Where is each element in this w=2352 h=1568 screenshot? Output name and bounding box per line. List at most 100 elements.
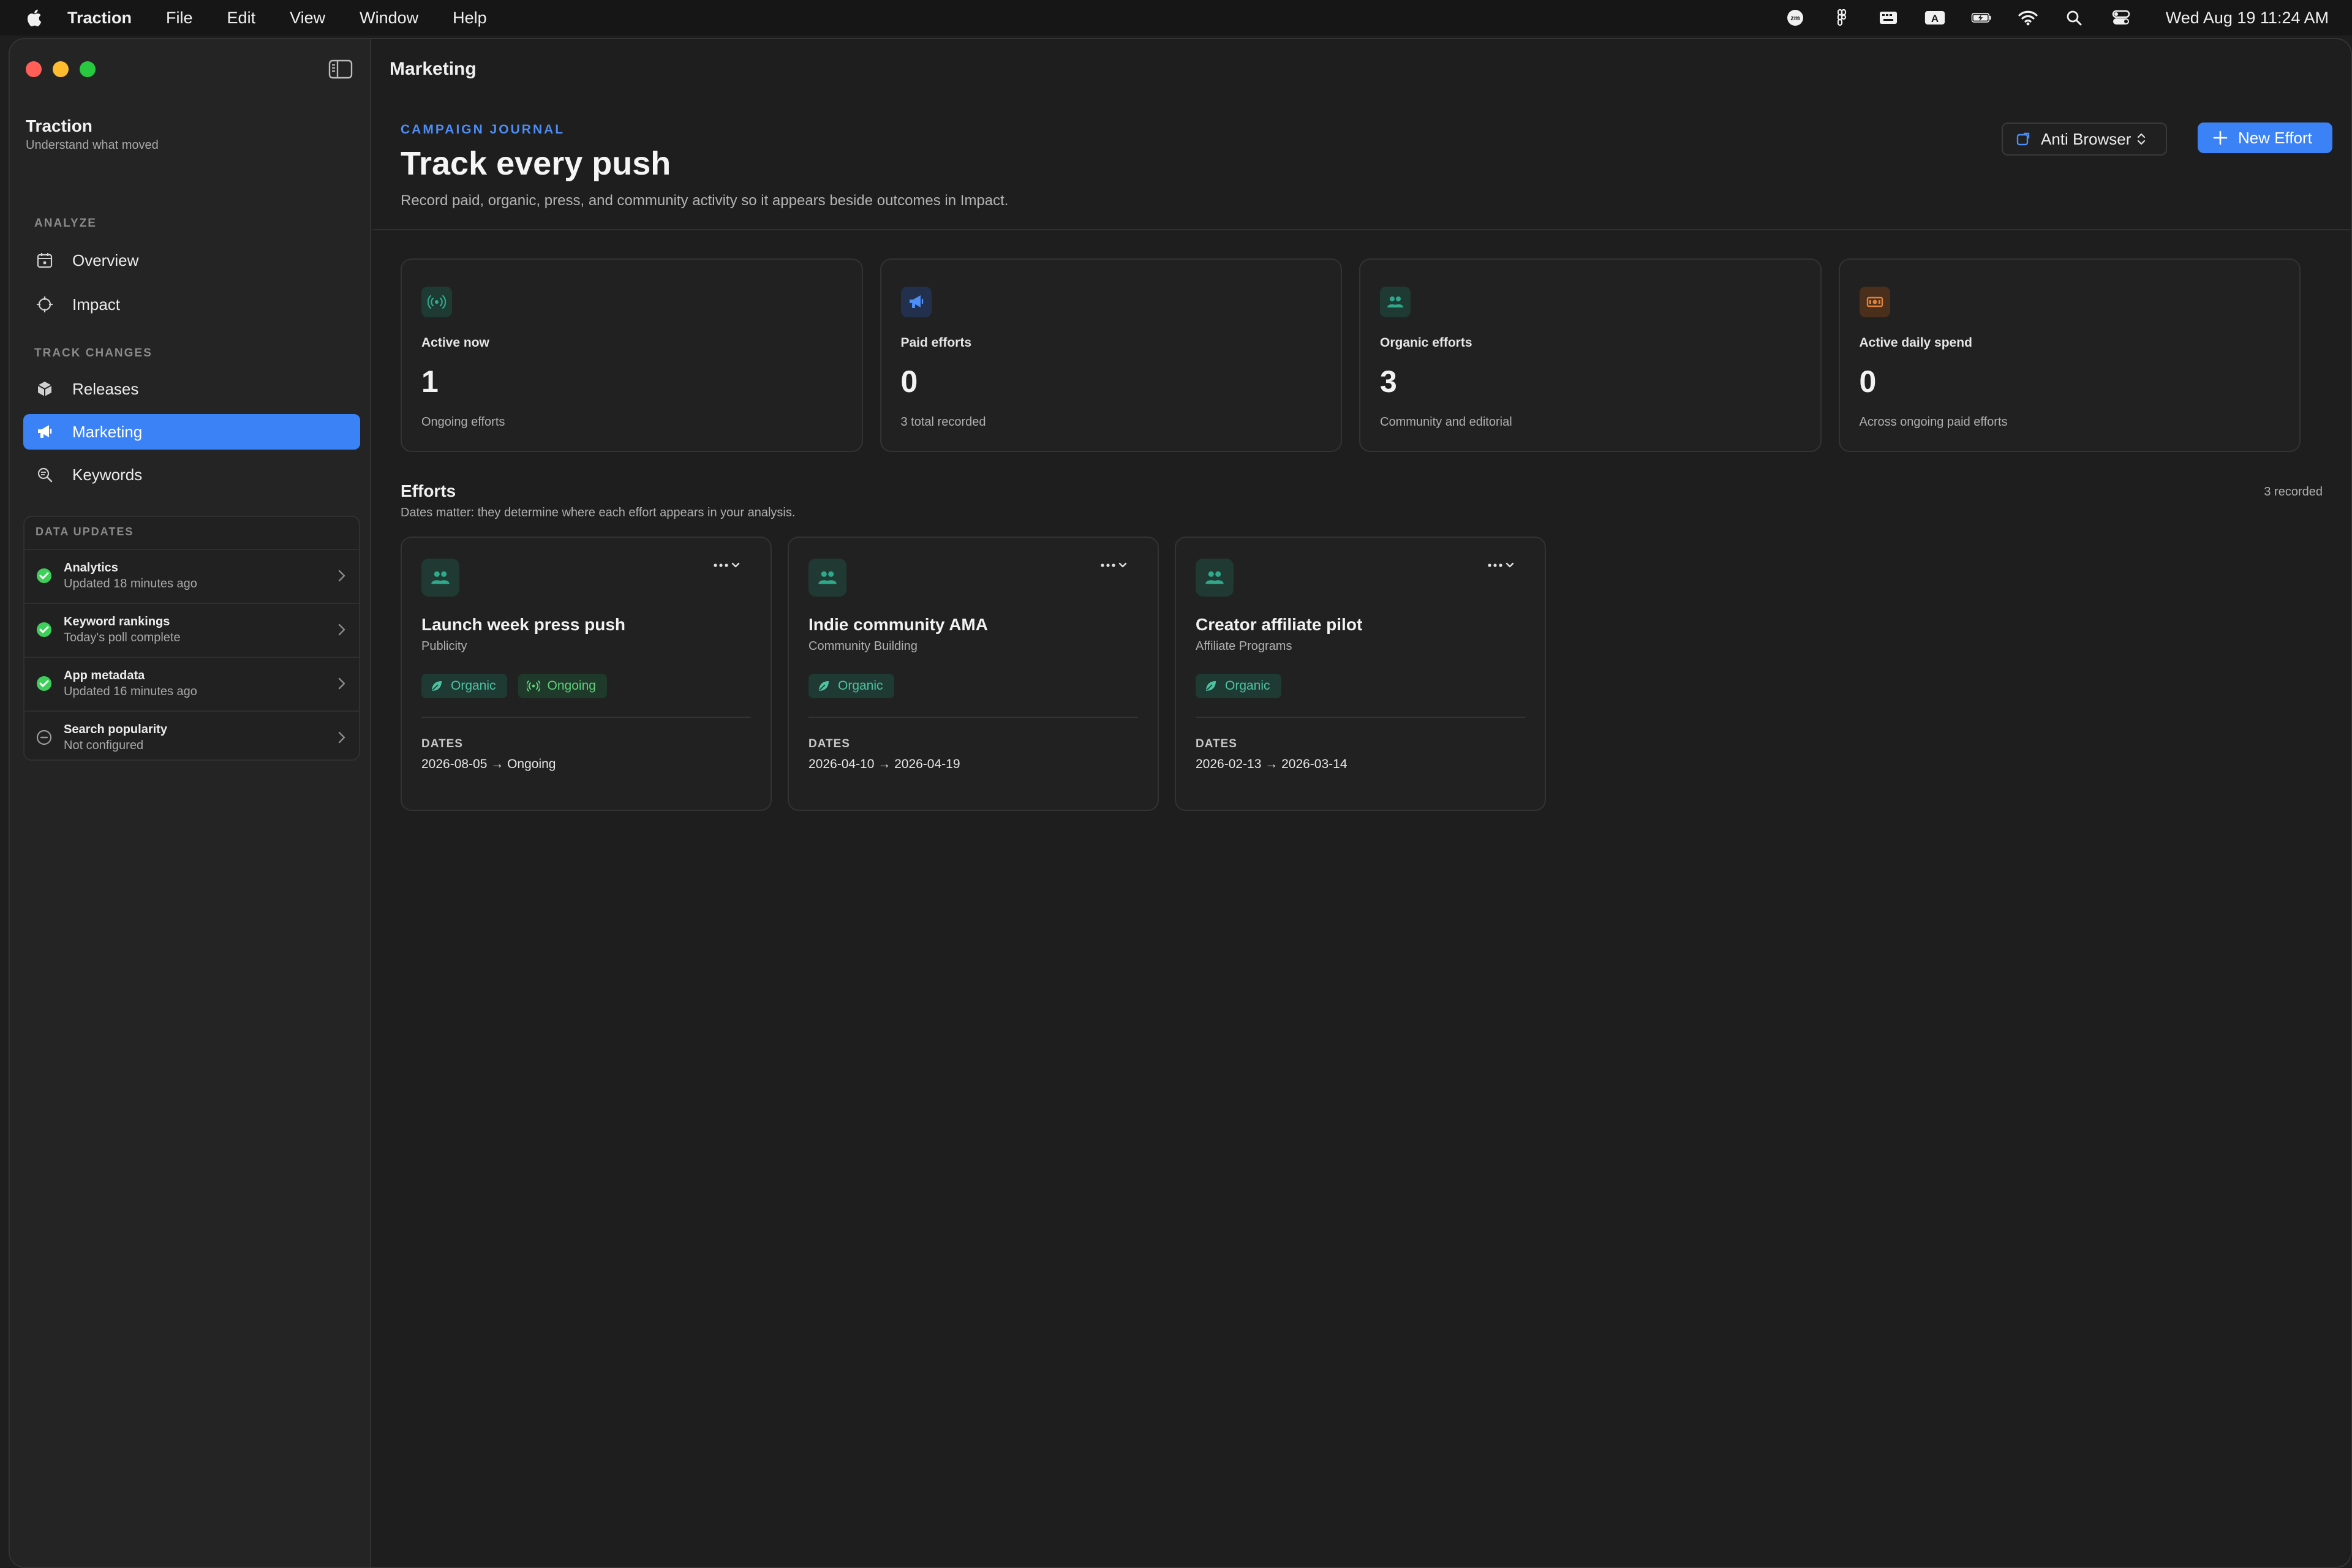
plus-icon [2213, 130, 2228, 145]
magnifier-text-icon [34, 464, 55, 485]
effort-card[interactable]: Indie community AMA Community Building O… [788, 537, 1159, 811]
page-subtitle: Record paid, organic, press, and communi… [401, 192, 1009, 209]
stat-value: 0 [900, 364, 918, 399]
menu-file[interactable]: File [166, 9, 193, 28]
chevron-right-icon [338, 570, 345, 582]
stat-label: Active daily spend [1859, 336, 1972, 350]
effort-card[interactable]: Launch week press push Publicity Organic… [401, 537, 772, 811]
overview-icon [34, 250, 55, 271]
sidebar-item-label: Overview [72, 251, 139, 270]
app-icon [2016, 132, 2030, 146]
new-effort-button[interactable]: New Effort [2198, 123, 2332, 153]
sidebar-item-marketing[interactable]: Marketing [23, 414, 360, 450]
stat-caption: Community and editorial [1380, 415, 1512, 429]
stats-row: Active now 1 Ongoing efforts Paid effort… [401, 258, 2301, 452]
app-selector[interactable]: Anti Browser [2002, 123, 2167, 156]
effort-name: Indie community AMA [809, 615, 988, 634]
effort-tags: Organic [809, 674, 894, 698]
menubar-clock[interactable]: Wed Aug 19 11:24 AM [2166, 9, 2329, 28]
input-source-label: A [1931, 13, 1939, 24]
page-eyebrow: CAMPAIGN JOURNAL [401, 123, 565, 137]
effort-category: Affiliate Programs [1196, 639, 1292, 653]
sidebar-item-releases[interactable]: Releases [23, 371, 360, 407]
wifi-icon[interactable] [2018, 9, 2038, 27]
brand: Traction Understand what moved [26, 116, 159, 153]
stat-value: 1 [421, 364, 439, 399]
sidebar-item-overview[interactable]: Overview [23, 243, 360, 278]
close-window-button[interactable] [26, 61, 42, 77]
more-options-icon[interactable] [1486, 556, 1520, 575]
effort-dates: 2026-08-05 → Ongoing [421, 757, 556, 771]
stat-card-organic-efforts: Organic efforts 3 Community and editoria… [1359, 258, 1822, 452]
megaphone-icon [34, 421, 55, 442]
tag-label: Ongoing [547, 679, 596, 693]
section-label-data-updates: DATA UPDATES [36, 526, 134, 538]
chevron-up-down-icon [2138, 133, 2146, 145]
menu-bar: Traction File Edit View Window Help zm A… [0, 0, 2352, 36]
organic-tag: Organic [809, 674, 894, 698]
data-update-status: Today's poll complete [64, 630, 181, 644]
keyboard-input-icon[interactable]: A [1924, 9, 1945, 27]
tag-label: Organic [838, 679, 883, 693]
battery-charging-icon[interactable] [1971, 9, 1992, 27]
menu-help[interactable]: Help [453, 9, 487, 28]
menu-window[interactable]: Window [360, 9, 418, 28]
search-icon[interactable] [2064, 9, 2085, 27]
organic-tag: Organic [1196, 674, 1281, 698]
effort-category: Publicity [421, 639, 467, 653]
app-window: Traction Understand what moved ANALYZE O… [9, 38, 2352, 1568]
chevron-right-icon [338, 731, 345, 744]
section-label-analyze: ANALYZE [34, 217, 97, 230]
people-icon [421, 559, 459, 597]
sidebar-item-impact[interactable]: Impact [23, 287, 360, 322]
data-update-title: Search popularity [64, 722, 167, 736]
sidebar-item-label: Releases [72, 379, 139, 398]
stat-card-active-now: Active now 1 Ongoing efforts [401, 258, 863, 452]
menu-app-name[interactable]: Traction [67, 9, 132, 28]
leaf-icon [432, 681, 442, 691]
divider [421, 717, 751, 718]
minus-circle-icon [36, 729, 52, 745]
data-update-analytics[interactable]: Analytics Updated 18 minutes ago [24, 549, 359, 601]
divider [809, 717, 1138, 718]
data-update-search-popularity[interactable]: Search popularity Not configured [24, 710, 359, 763]
broadcast-icon [526, 680, 540, 692]
display-icon[interactable] [1878, 9, 1899, 27]
menu-view[interactable]: View [290, 9, 325, 28]
banknote-icon [1859, 287, 1890, 317]
apple-menu-icon[interactable] [23, 6, 44, 30]
data-update-app-metadata[interactable]: App metadata Updated 16 minutes ago [24, 657, 359, 709]
data-update-status: Updated 16 minutes ago [64, 684, 197, 698]
window-controls [26, 61, 96, 77]
control-center-icon[interactable] [2111, 9, 2132, 27]
more-options-icon[interactable] [712, 556, 746, 575]
main-content: Marketing CAMPAIGN JOURNAL Track every p… [372, 39, 2351, 1567]
stat-card-active-daily-spend: Active daily spend 0 Across ongoing paid… [1838, 258, 2301, 452]
status-area: zm A Wed Aug 19 11:24 AM [1785, 0, 2329, 36]
check-circle-icon [37, 622, 51, 637]
zoom-window-button[interactable] [80, 61, 96, 77]
stat-value: 3 [1380, 364, 1397, 399]
sidebar: Traction Understand what moved ANALYZE O… [10, 39, 371, 1567]
zoom-icon[interactable]: zm [1785, 9, 1806, 27]
more-options-icon[interactable] [1099, 556, 1133, 575]
data-update-keyword-rankings[interactable]: Keyword rankings Today's poll complete [24, 603, 359, 655]
figma-icon[interactable] [1831, 9, 1852, 27]
effort-name: Creator affiliate pilot [1196, 615, 1363, 634]
leaf-icon [1206, 681, 1216, 691]
stat-label: Active now [421, 336, 489, 350]
brand-tagline: Understand what moved [26, 138, 159, 152]
effort-card[interactable]: Creator affiliate pilot Affiliate Progra… [1175, 537, 1546, 811]
sidebar-item-label: Keywords [72, 465, 143, 484]
stat-label: Paid efforts [900, 336, 972, 350]
check-circle-icon [37, 568, 51, 583]
efforts-heading: Efforts [401, 481, 456, 500]
menu-edit[interactable]: Edit [227, 9, 256, 28]
data-update-title: Analytics [64, 560, 118, 575]
sidebar-item-keywords[interactable]: Keywords [23, 457, 360, 492]
app-selector-value: Anti Browser [2041, 129, 2132, 148]
data-update-status: Updated 18 minutes ago [64, 576, 197, 590]
minimize-window-button[interactable] [53, 61, 69, 77]
new-effort-label: New Effort [2238, 128, 2312, 147]
sidebar-toggle-icon[interactable] [328, 59, 353, 80]
